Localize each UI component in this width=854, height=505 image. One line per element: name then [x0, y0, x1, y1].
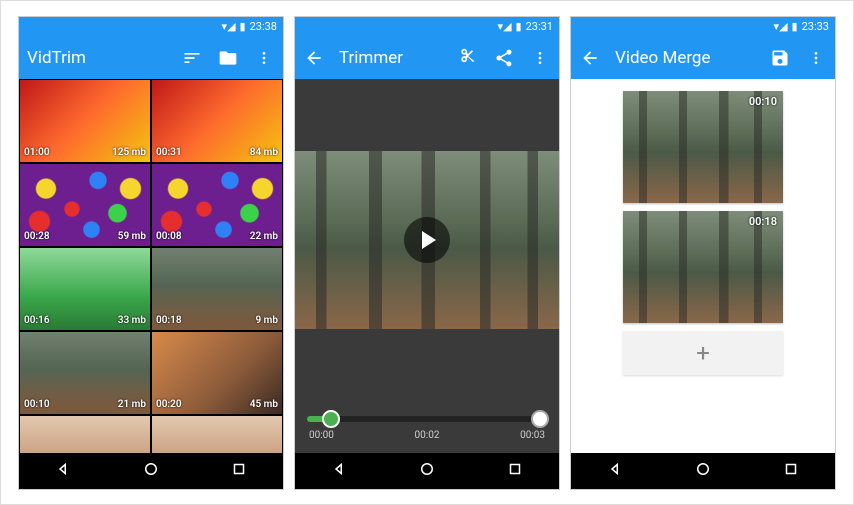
clip-duration: 00:10 [749, 95, 777, 108]
clip-duration: 00:18 [749, 215, 777, 228]
nav-recent-icon[interactable] [506, 460, 524, 482]
app-title: VidTrim [27, 48, 167, 68]
status-time: 23:31 [526, 20, 553, 33]
status-time: 23:33 [802, 20, 829, 33]
nav-recent-icon[interactable] [230, 460, 248, 482]
time-mid: 00:02 [415, 430, 440, 441]
video-size: 21 mb [118, 399, 146, 410]
trim-handle-start[interactable] [322, 410, 340, 428]
video-thumbnail[interactable]: 00:18 9 mb [151, 247, 283, 331]
overflow-icon[interactable] [253, 47, 275, 69]
trim-handle-end[interactable] [531, 410, 549, 428]
app-bar: Video Merge [571, 37, 835, 79]
overflow-icon[interactable] [529, 47, 551, 69]
time-labels: 00:00 00:02 00:03 [307, 422, 547, 447]
video-duration: 01:00 [24, 147, 50, 158]
back-arrow-icon[interactable] [579, 47, 601, 69]
battery-icon: ▮ [516, 20, 522, 33]
app-bar: Trimmer [295, 37, 559, 79]
battery-icon: ▮ [240, 20, 246, 33]
video-thumbnail[interactable]: 00:16 33 mb [19, 247, 151, 331]
folder-icon[interactable] [217, 47, 239, 69]
video-thumbnail[interactable] [151, 415, 283, 453]
status-time: 23:38 [250, 20, 277, 33]
signal-icon: ▾◢ [498, 20, 512, 33]
video-duration: 00:16 [24, 315, 50, 326]
video-thumbnail[interactable]: 00:10 21 mb [19, 331, 151, 415]
video-thumbnail[interactable]: 00:08 22 mb [151, 163, 283, 247]
video-duration: 00:20 [156, 399, 182, 410]
play-button-icon[interactable] [404, 217, 450, 263]
video-duration: 00:10 [24, 399, 50, 410]
app-title: Trimmer [339, 48, 443, 68]
phone-vidtrim: ▾◢ ▮ 23:38 VidTrim 01:00 125 mb 00:31 84… [18, 16, 284, 490]
phone-trimmer: ▾◢ ▮ 23:31 Trimmer 00:0 [294, 16, 560, 490]
video-size: 9 mb [255, 315, 278, 326]
nav-back-icon[interactable] [54, 460, 72, 482]
status-bar: ▾◢ ▮ 23:33 [571, 17, 835, 37]
app-bar: VidTrim [19, 37, 283, 79]
video-duration: 00:08 [156, 231, 182, 242]
nav-bar [19, 453, 283, 489]
merge-area: 00:10 00:18 + [571, 79, 835, 453]
video-thumbnail[interactable]: 00:20 45 mb [151, 331, 283, 415]
video-size: 59 mb [118, 231, 146, 242]
phone-merge: ▾◢ ▮ 23:33 Video Merge 00:10 00:18 + [570, 16, 836, 490]
trim-controls: 00:00 00:02 00:03 [295, 402, 559, 453]
overflow-icon[interactable] [805, 47, 827, 69]
time-end: 00:03 [520, 430, 545, 441]
time-start: 00:00 [309, 430, 334, 441]
video-size: 84 mb [250, 147, 278, 158]
plus-icon: + [696, 339, 710, 367]
video-size: 45 mb [250, 399, 278, 410]
nav-home-icon[interactable] [142, 460, 160, 482]
video-thumbnail[interactable] [19, 415, 151, 453]
signal-icon: ▾◢ [222, 20, 236, 33]
video-grid: 01:00 125 mb 00:31 84 mb 00:28 59 mb 00:… [19, 79, 283, 453]
battery-icon: ▮ [792, 20, 798, 33]
nav-home-icon[interactable] [694, 460, 712, 482]
merge-clip[interactable]: 00:18 [623, 211, 783, 323]
video-thumbnail[interactable]: 01:00 125 mb [19, 79, 151, 163]
back-arrow-icon[interactable] [303, 47, 325, 69]
share-icon[interactable] [493, 47, 515, 69]
status-bar: ▾◢ ▮ 23:38 [19, 17, 283, 37]
nav-bar [295, 453, 559, 489]
trimmer-area: 00:00 00:02 00:03 [295, 79, 559, 453]
video-size: 125 mb [112, 147, 146, 158]
nav-recent-icon[interactable] [782, 460, 800, 482]
nav-back-icon[interactable] [606, 460, 624, 482]
scissors-icon[interactable] [457, 47, 479, 69]
nav-bar [571, 453, 835, 489]
video-size: 33 mb [118, 315, 146, 326]
status-bar: ▾◢ ▮ 23:31 [295, 17, 559, 37]
add-clip-button[interactable]: + [623, 331, 783, 375]
trim-track[interactable] [307, 416, 547, 422]
nav-home-icon[interactable] [418, 460, 436, 482]
video-preview[interactable] [295, 79, 559, 402]
video-grid-area: 01:00 125 mb 00:31 84 mb 00:28 59 mb 00:… [19, 79, 283, 453]
video-duration: 00:18 [156, 315, 182, 326]
video-duration: 00:31 [156, 147, 182, 158]
nav-back-icon[interactable] [330, 460, 348, 482]
sort-icon[interactable] [181, 47, 203, 69]
merge-list: 00:10 00:18 + [571, 79, 835, 387]
video-size: 22 mb [250, 231, 278, 242]
signal-icon: ▾◢ [774, 20, 788, 33]
save-icon[interactable] [769, 47, 791, 69]
video-duration: 00:28 [24, 231, 50, 242]
merge-clip[interactable]: 00:10 [623, 91, 783, 203]
app-title: Video Merge [615, 48, 755, 68]
video-thumbnail[interactable]: 00:31 84 mb [151, 79, 283, 163]
video-thumbnail[interactable]: 00:28 59 mb [19, 163, 151, 247]
